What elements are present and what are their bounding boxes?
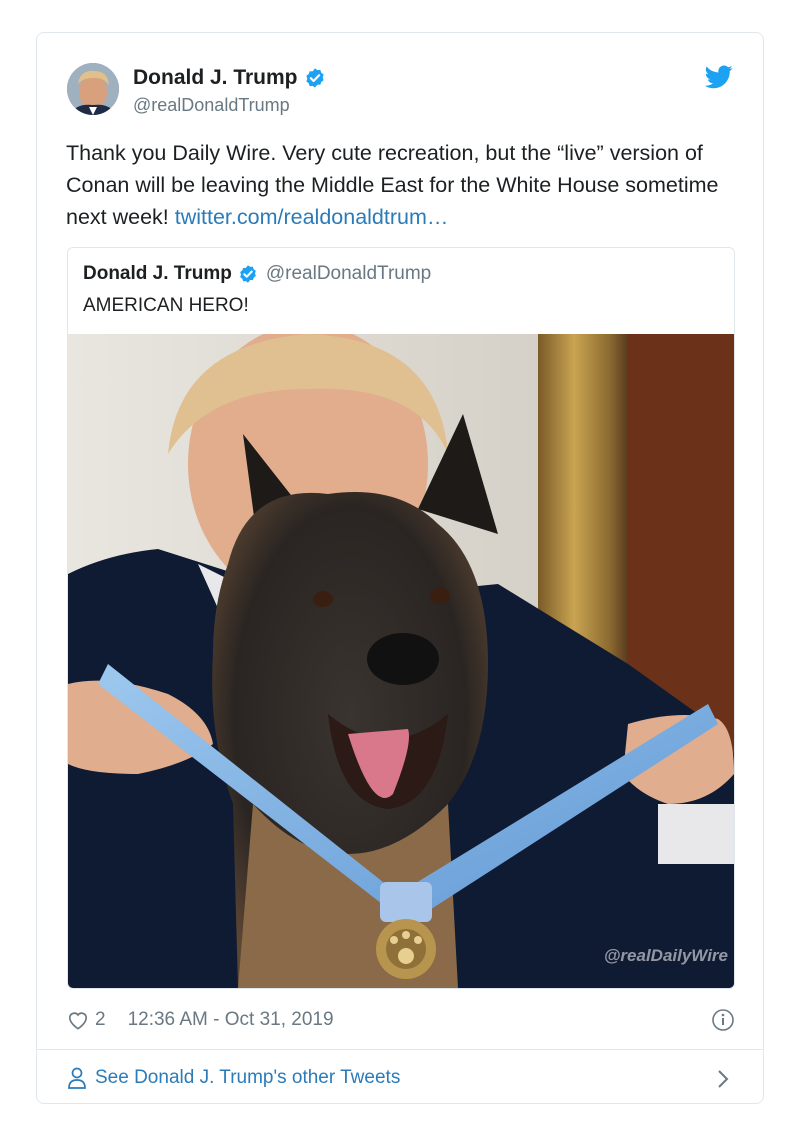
verified-badge-icon xyxy=(240,265,256,283)
like-count[interactable]: 2 xyxy=(95,1009,106,1031)
quoted-tweet-image[interactable]: @realDailyWire xyxy=(68,334,734,988)
quoted-author-handle: @realDonaldTrump xyxy=(265,263,432,284)
heart-icon[interactable] xyxy=(67,1010,89,1030)
twitter-bird-icon[interactable] xyxy=(705,65,733,89)
tweet-meta-bar: 2 12:36 AM - Oct 31, 2019 xyxy=(67,1005,735,1035)
embedded-tweet-card: Donald J. Trump @realDonaldTrump Thank y… xyxy=(36,32,764,1104)
see-other-tweets-link[interactable]: See Donald J. Trump's other Tweets xyxy=(67,1063,735,1093)
see-other-tweets-label[interactable]: See Donald J. Trump's other Tweets xyxy=(95,1067,400,1089)
tweet-timestamp[interactable]: 12:36 AM - Oct 31, 2019 xyxy=(128,1009,334,1031)
tweet-link[interactable]: twitter.com/realdonaldtrum… xyxy=(175,205,449,229)
author-avatar[interactable] xyxy=(67,63,119,115)
chevron-right-icon[interactable] xyxy=(717,1069,729,1089)
info-icon[interactable] xyxy=(711,1008,735,1032)
quoted-author-name: Donald J. Trump xyxy=(83,263,232,284)
dog-medal-photo xyxy=(68,334,734,988)
person-icon xyxy=(68,1067,86,1089)
quoted-tweet-text: AMERICAN HERO! xyxy=(83,295,249,316)
tweet-text: Thank you Daily Wire. Very cute recreati… xyxy=(66,137,746,233)
quoted-tweet-header: Donald J. Trump @realDonaldTrump xyxy=(83,263,431,285)
footer-divider xyxy=(37,1049,763,1050)
author-handle[interactable]: @realDonaldTrump xyxy=(133,95,290,116)
quoted-tweet[interactable]: Donald J. Trump @realDonaldTrump AMERICA… xyxy=(67,247,735,989)
author-name[interactable]: Donald J. Trump xyxy=(133,66,326,90)
verified-badge-icon xyxy=(305,68,324,88)
image-watermark: @realDailyWire xyxy=(603,946,728,965)
author-name-text[interactable]: Donald J. Trump xyxy=(133,66,298,90)
